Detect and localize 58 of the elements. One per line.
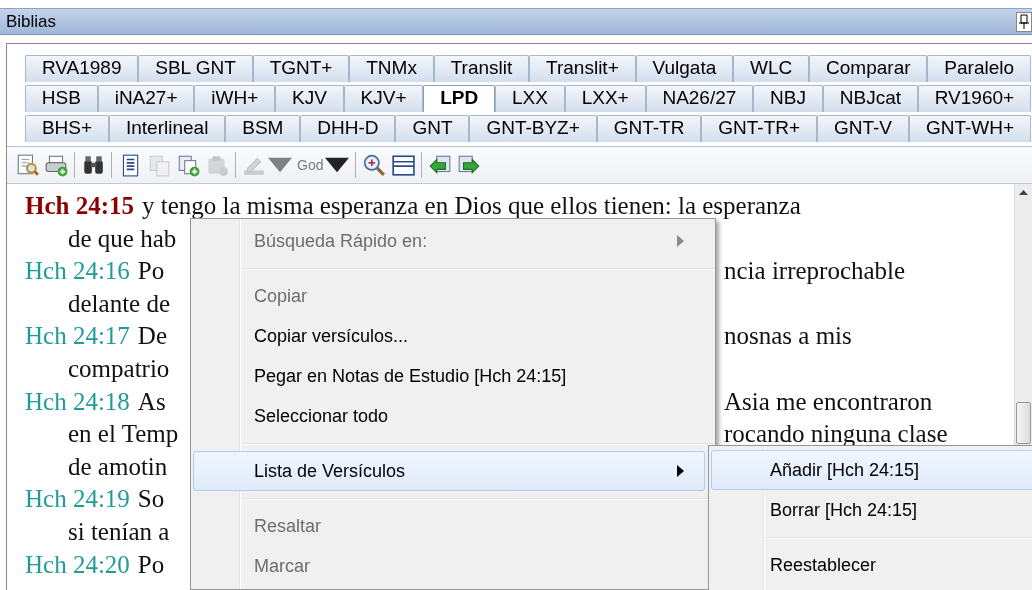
scrollbar-thumb[interactable] bbox=[1016, 402, 1031, 444]
bible-tab[interactable]: RVA1989 bbox=[25, 55, 139, 82]
verse-reference[interactable]: Hch 24:15 bbox=[25, 192, 135, 219]
bible-tab[interactable]: Translit bbox=[433, 55, 530, 82]
verse-text: ncia irreprochable bbox=[723, 256, 907, 287]
bible-tab[interactable]: Paralelo bbox=[927, 55, 1031, 82]
bible-tab[interactable]: GNT bbox=[395, 115, 470, 142]
bible-tab[interactable]: GNT-TR+ bbox=[701, 115, 818, 142]
bible-tab[interactable]: SBL GNT bbox=[138, 55, 253, 82]
menu-item[interactable]: Añadir [Hch 24:15] bbox=[711, 450, 1032, 490]
bible-tab[interactable]: NA26/27 bbox=[645, 85, 754, 112]
bible-tab[interactable]: Interlineal bbox=[109, 115, 226, 142]
verse-text: si tenían a bbox=[67, 516, 170, 547]
verse-text: en el Temp bbox=[67, 419, 179, 450]
bible-tab[interactable]: KJV bbox=[275, 85, 344, 112]
bible-tab[interactable]: GNT-V bbox=[817, 115, 909, 142]
verse-text: Hch 24:20 Po bbox=[25, 549, 165, 580]
bible-tab[interactable]: TGNT+ bbox=[252, 55, 350, 82]
bible-tab[interactable]: DHH-D bbox=[300, 115, 396, 142]
verse-text: Hch 24:16 Po bbox=[25, 256, 165, 287]
bible-tab[interactable]: LXX bbox=[495, 85, 565, 112]
menu-item[interactable]: Seleccionar todo bbox=[193, 396, 705, 436]
bible-tab[interactable]: GNT-WH+ bbox=[909, 115, 1031, 142]
bible-tab[interactable]: BHS+ bbox=[25, 115, 110, 142]
verse-text: Hch 24:18 As bbox=[25, 386, 166, 417]
bible-tab[interactable]: NBJ bbox=[753, 85, 823, 112]
verse-text: de que hab bbox=[67, 223, 177, 254]
verse-text: compatrio bbox=[67, 353, 170, 384]
verse-text: Hch 24:17 De bbox=[25, 321, 167, 352]
bible-tab[interactable]: iWH+ bbox=[194, 85, 276, 112]
bible-tab[interactable]: Translit+ bbox=[529, 55, 636, 82]
bible-tab[interactable]: WLC bbox=[733, 55, 810, 82]
menu-item[interactable]: Borrar [Hch 24:15] bbox=[711, 490, 1032, 530]
bible-tab[interactable]: GNT-BYZ+ bbox=[469, 115, 597, 142]
verse-text: de amotin bbox=[67, 451, 168, 482]
bible-tab[interactable]: Comparar bbox=[809, 55, 928, 82]
bible-tab[interactable]: NBJcat bbox=[822, 85, 918, 112]
menu-item[interactable]: Copiar versículos... bbox=[193, 316, 705, 356]
menu-item[interactable]: Reestablecer bbox=[711, 545, 1032, 585]
menu-item[interactable]: Pegar en Notas de Estudio [Hch 24:15] bbox=[193, 356, 705, 396]
bible-tab[interactable]: KJV+ bbox=[343, 85, 424, 112]
bible-tab[interactable]: Vulgata bbox=[635, 55, 734, 82]
bible-tab[interactable]: LPD bbox=[423, 85, 496, 112]
verse-text: nosnas a mis bbox=[723, 321, 853, 352]
pin-icon[interactable] bbox=[1016, 11, 1032, 32]
bible-tab[interactable]: HSB bbox=[25, 85, 98, 112]
bible-tab[interactable]: iNA27+ bbox=[97, 85, 195, 112]
verse-text: Hch 24:19 So bbox=[25, 484, 165, 515]
menu-item[interactable]: Lista de Versículos bbox=[193, 451, 705, 491]
window-title: Biblias bbox=[6, 11, 57, 32]
verse-text: delante de bbox=[67, 288, 171, 319]
verse-text: Asia me encontraron bbox=[723, 386, 934, 417]
bible-tab[interactable]: LXX+ bbox=[564, 85, 646, 112]
bible-tab[interactable]: BSM bbox=[225, 115, 301, 142]
bible-tab[interactable]: RV1960+ bbox=[917, 85, 1031, 112]
verse-text: rocando ninguna clase bbox=[723, 419, 949, 450]
bible-tab[interactable]: TNMx bbox=[349, 55, 434, 82]
bible-tab[interactable]: GNT-TR bbox=[596, 115, 702, 142]
